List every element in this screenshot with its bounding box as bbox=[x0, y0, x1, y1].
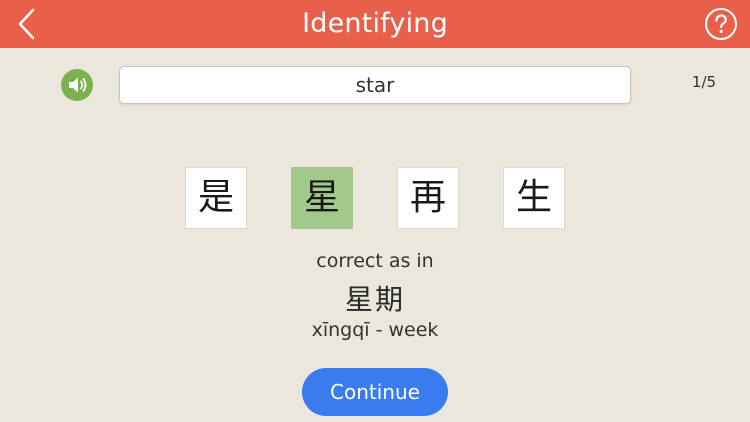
header-bar: Identifying bbox=[0, 0, 750, 48]
choice-tile-1[interactable]: 是 bbox=[185, 167, 247, 229]
choice-tile-3[interactable]: 再 bbox=[397, 167, 459, 229]
continue-button[interactable]: Continue bbox=[302, 368, 448, 416]
example-pinyin: xīngqī - week bbox=[311, 319, 439, 341]
page-title: Identifying bbox=[302, 8, 448, 39]
example-word: 星期 bbox=[344, 283, 405, 316]
question-circle-icon bbox=[705, 8, 737, 40]
help-button[interactable] bbox=[704, 7, 738, 41]
choice-tile-2-selected[interactable]: 星 bbox=[291, 167, 353, 229]
speaker-icon bbox=[69, 77, 87, 93]
play-audio-button[interactable] bbox=[61, 69, 93, 101]
question-progress: 1/5 bbox=[691, 73, 717, 91]
choice-tile-4[interactable]: 生 bbox=[503, 167, 565, 229]
feedback-message: correct as in bbox=[316, 250, 434, 272]
target-word-field: star bbox=[119, 66, 631, 104]
